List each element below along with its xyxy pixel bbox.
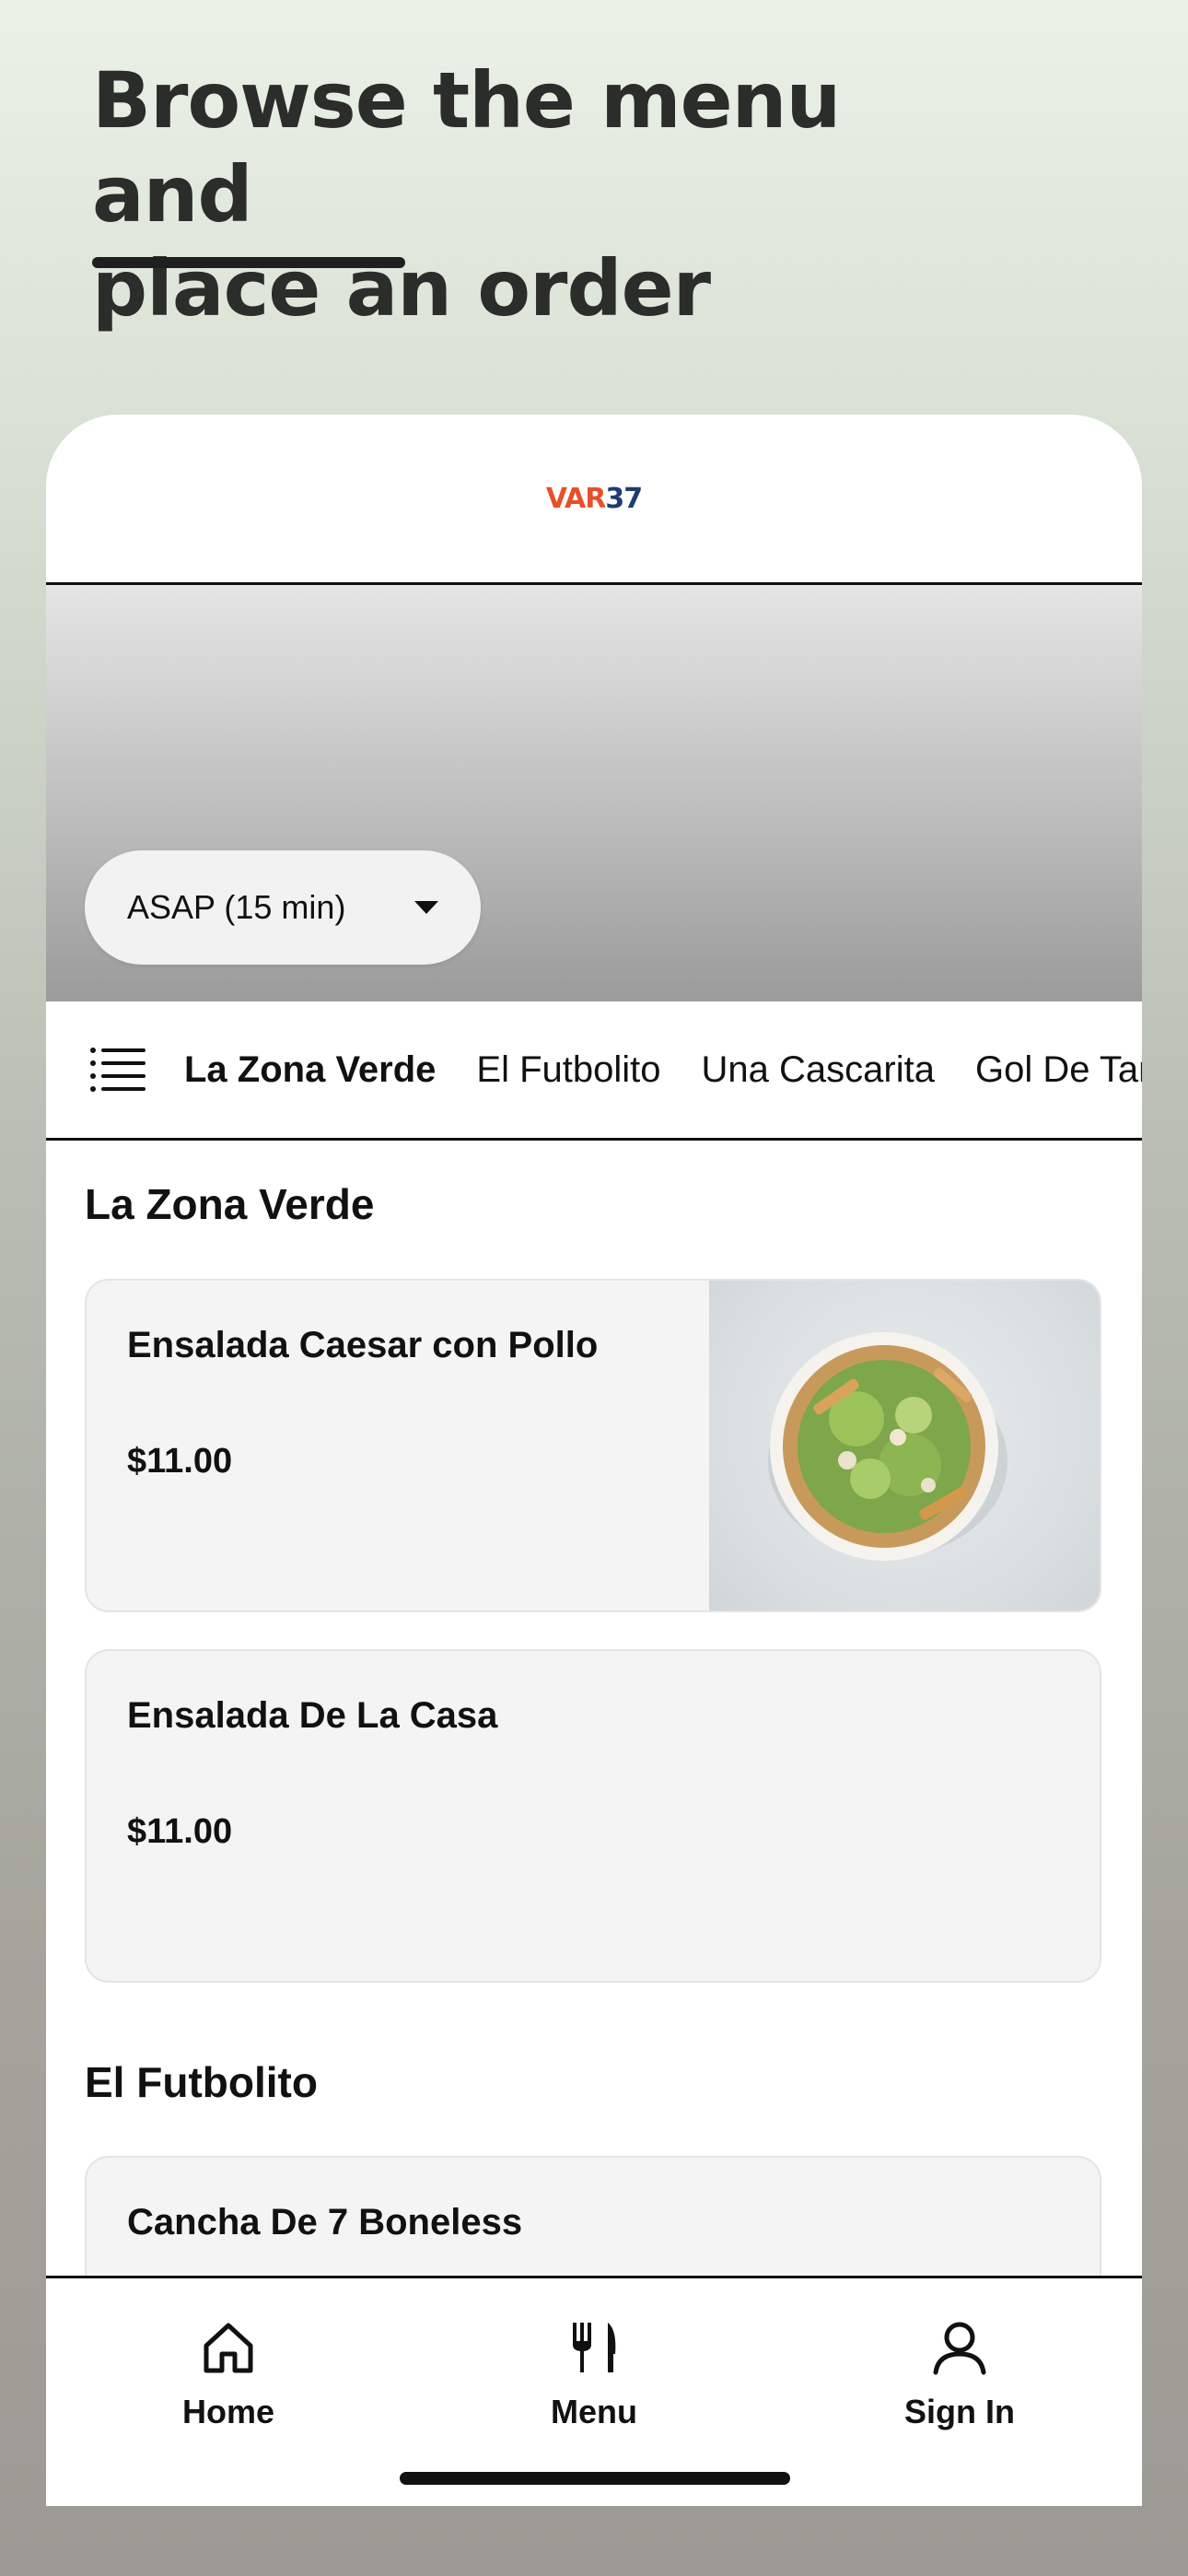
user-icon <box>933 2322 986 2375</box>
headline-underline <box>92 257 405 268</box>
logo-text-num: 37 <box>605 482 643 515</box>
tab-gol-de-tarde[interactable]: Gol De Tarde <box>975 1049 1142 1091</box>
nav-home[interactable]: Home <box>118 2317 339 2431</box>
item-price: $11.00 <box>127 1442 233 1481</box>
menu-item-card[interactable]: Ensalada Caesar con Pollo $11.00 <box>85 1279 1101 1612</box>
nav-menu-label: Menu <box>551 2393 637 2430</box>
nav-sign-in[interactable]: Sign In <box>849 2317 1070 2431</box>
tab-el-futbolito[interactable]: El Futbolito <box>476 1049 660 1091</box>
order-time-value: ASAP (15 min) <box>127 888 346 926</box>
hero-banner: ASAP (15 min) <box>46 585 1142 1001</box>
item-name: Cancha De 7 Boneless <box>127 2202 523 2242</box>
nav-menu[interactable]: Menu <box>483 2317 705 2431</box>
logo-text-var: VAR <box>545 482 606 515</box>
home-indicator <box>400 2472 790 2485</box>
menu-list: La Zona Verde Ensalada Caesar con Pollo … <box>46 1141 1142 2324</box>
tab-una-cascarita[interactable]: Una Cascarita <box>702 1049 935 1091</box>
home-icon <box>204 2323 253 2373</box>
fork-knife-icon <box>573 2323 616 2372</box>
app-preview: VAR37 ASAP (15 min) La Zona Verde El Fut… <box>46 415 1142 2506</box>
salad-bowl-image <box>768 1332 1007 1561</box>
page-headline: Browse the menu and place an order <box>92 53 921 335</box>
section-title: La Zona Verde <box>85 1180 375 1228</box>
section-title: El Futbolito <box>85 2058 318 2106</box>
nav-home-label: Home <box>181 2393 275 2430</box>
item-name: Ensalada Caesar con Pollo <box>127 1325 599 1365</box>
item-name: Ensalada De La Casa <box>127 1695 498 1736</box>
chevron-down-icon <box>414 901 438 914</box>
list-icon[interactable] <box>90 1048 146 1092</box>
item-price: $11.00 <box>127 1812 233 1851</box>
nav-sign-in-label: Sign In <box>904 2393 1015 2430</box>
headline-line-1: Browse the menu and <box>92 55 841 240</box>
brand-header: VAR37 <box>46 415 1142 585</box>
item-photo <box>709 1281 1100 1610</box>
brand-logo[interactable]: VAR37 <box>545 482 643 515</box>
tab-la-zona-verde[interactable]: La Zona Verde <box>184 1049 436 1091</box>
order-time-select[interactable]: ASAP (15 min) <box>85 850 481 965</box>
menu-item-card[interactable]: Ensalada De La Casa $11.00 <box>85 1649 1101 1983</box>
category-nav: La Zona Verde El Futbolito Una Cascarita… <box>46 1001 1142 1141</box>
